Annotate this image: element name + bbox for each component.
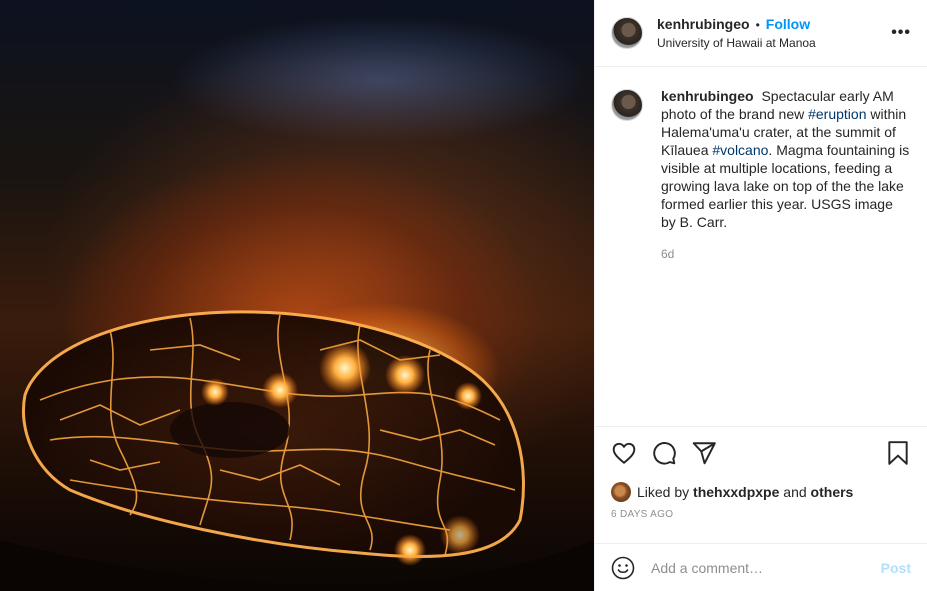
location-link[interactable]: University of Hawaii at Manoa xyxy=(657,34,816,52)
comment-input[interactable] xyxy=(651,559,881,576)
liker-username-link[interactable]: thehxxdpxpe xyxy=(693,484,779,500)
avatar[interactable] xyxy=(611,17,643,49)
share-icon[interactable] xyxy=(691,440,717,466)
more-options-icon[interactable]: ••• xyxy=(891,24,911,42)
caption-area: kenhrubingeo Spectacular early AM photo … xyxy=(595,67,927,426)
post-comment-button[interactable]: Post xyxy=(881,560,911,576)
caption-username-link[interactable]: kenhrubingeo xyxy=(661,88,754,104)
actions-block: Liked by thehxxdpxpe and others 6 DAYS A… xyxy=(595,426,927,543)
comment-bar: Post xyxy=(595,543,927,591)
lava-lake-illustration xyxy=(0,310,594,591)
header-meta: kenhrubingeo • Follow University of Hawaii… xyxy=(657,15,816,52)
likes-others-link[interactable]: others xyxy=(811,484,854,500)
bookmark-icon[interactable] xyxy=(885,440,911,466)
likes-prefix: Liked by xyxy=(637,484,694,500)
post-date[interactable]: 6 DAYS AGO xyxy=(611,509,911,520)
post-header: kenhrubingeo • Follow University of Hawaii… xyxy=(595,0,927,67)
likes-row: Liked by thehxxdpxpe and others xyxy=(611,481,911,503)
likes-text: Liked by thehxxdpxpe and others xyxy=(637,484,853,500)
caption-avatar[interactable] xyxy=(611,89,643,121)
follow-button[interactable]: Follow xyxy=(766,16,810,32)
liker-avatar[interactable] xyxy=(611,482,631,502)
caption-body: kenhrubingeo Spectacular early AM photo … xyxy=(661,87,911,426)
caption-text: kenhrubingeo Spectacular early AM photo … xyxy=(661,87,911,231)
post-photo[interactable] xyxy=(0,0,594,591)
heart-icon[interactable] xyxy=(611,440,637,466)
action-icons xyxy=(611,427,911,479)
username-link[interactable]: kenhrubingeo xyxy=(657,16,750,32)
separator-dot: • xyxy=(755,17,760,32)
hashtag-eruption-link[interactable]: #eruption xyxy=(808,106,866,122)
instagram-post: kenhrubingeo • Follow University of Hawaii… xyxy=(0,0,927,591)
caption-time-ago: 6d xyxy=(661,247,675,261)
hashtag-volcano-link[interactable]: #volcano xyxy=(712,142,768,158)
emoji-icon[interactable] xyxy=(611,556,635,580)
comment-icon[interactable] xyxy=(651,440,677,466)
post-side-panel: kenhrubingeo • Follow University of Hawaii… xyxy=(594,0,927,591)
likes-conj: and xyxy=(779,484,811,500)
